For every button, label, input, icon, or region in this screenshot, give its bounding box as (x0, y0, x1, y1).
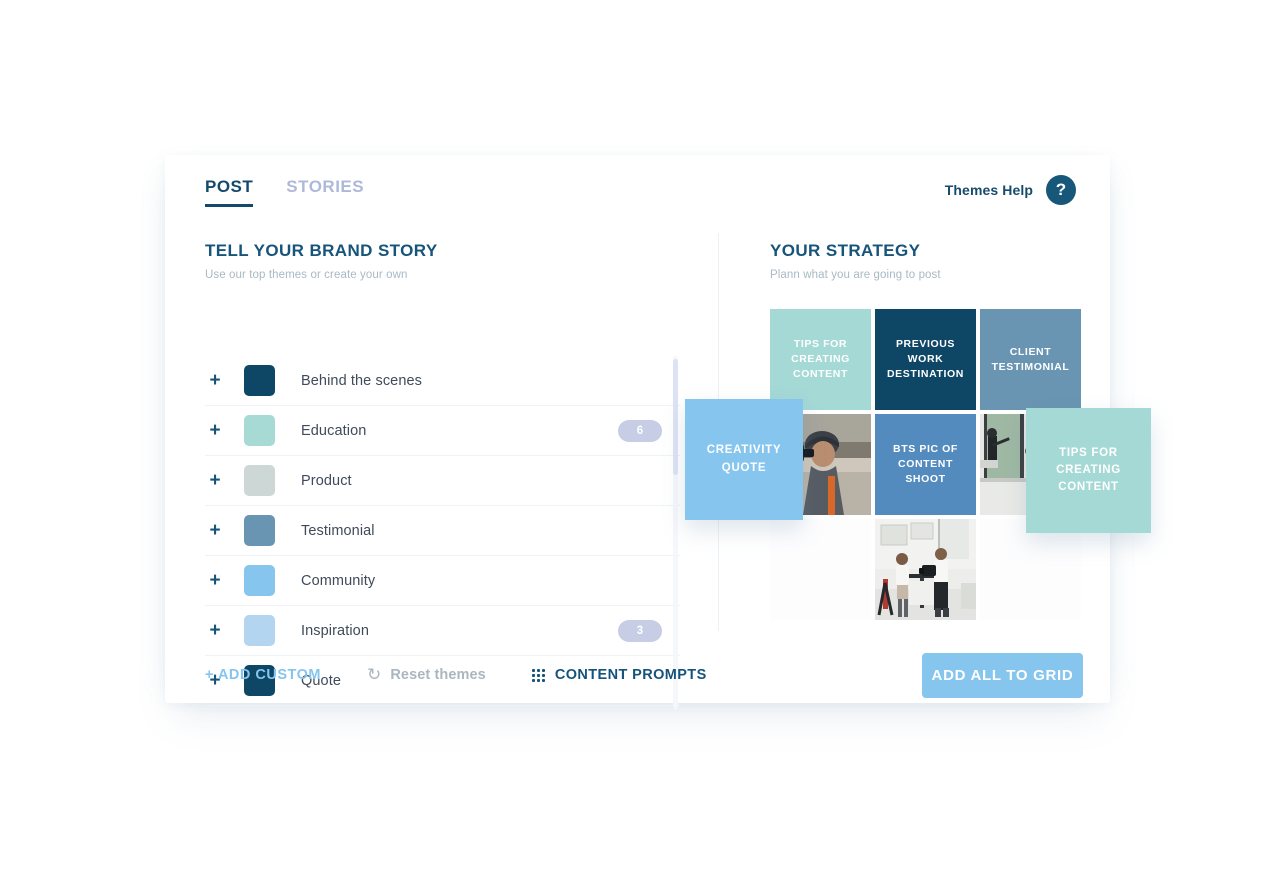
grid-cell-empty[interactable] (980, 519, 1081, 620)
theme-count-badge: 3 (618, 619, 662, 642)
strategy-grid-wrapper: TIPS FOR CREATING CONTENT PREVIOUS WORK D… (685, 309, 1151, 620)
grid-dots-icon (531, 668, 545, 682)
add-all-to-grid-button[interactable]: ADD ALL TO GRID (922, 653, 1083, 698)
theme-row[interactable]: + Education 6 (205, 406, 680, 456)
refresh-icon: ↻ (366, 665, 382, 684)
plus-icon[interactable]: + (205, 571, 225, 590)
brand-story-column: TELL YOUR BRAND STORY Use our top themes… (165, 223, 718, 709)
strategy-header: YOUR STRATEGY Plann what you are going t… (770, 241, 941, 281)
theme-row[interactable]: + Testimonial (205, 506, 680, 556)
theme-label: Testimonial (301, 522, 375, 539)
theme-label: Education (301, 422, 367, 439)
plus-icon[interactable]: + (205, 521, 225, 540)
themes-help[interactable]: Themes Help ? (945, 175, 1076, 205)
themes-panel-card: POST STORIES Themes Help ? TELL YOUR BRA… (165, 155, 1151, 709)
studio-shoot-two-people-photo (875, 519, 976, 620)
tab-post[interactable]: POST (205, 177, 254, 207)
grid-cell-label: PREVIOUS WORK DESTINATION (887, 338, 964, 380)
draggable-card-label: TIPS FOR CREATING CONTENT (1056, 446, 1121, 494)
plus-icon[interactable]: + (205, 471, 225, 490)
theme-row[interactable]: + Inspiration 3 (205, 606, 680, 656)
theme-color-swatch[interactable] (244, 565, 275, 596)
theme-label: Behind the scenes (301, 372, 423, 389)
theme-color-swatch[interactable] (244, 515, 275, 546)
panel-topbar: POST STORIES Themes Help ? (165, 155, 1110, 223)
brand-story-header: TELL YOUR BRAND STORY Use our top themes… (205, 241, 438, 281)
tab-stories[interactable]: STORIES (286, 177, 364, 207)
strategy-subtitle: Plann what you are going to post (770, 269, 941, 281)
page-title: TELL YOUR BRAND STORY (205, 241, 438, 260)
grid-cell-label: BTS PIC OF CONTENT SHOOT (893, 443, 958, 485)
strategy-title: YOUR STRATEGY (770, 241, 921, 260)
theme-label: Inspiration (301, 622, 369, 639)
content-prompts-button[interactable]: CONTENT PROMPTS (531, 667, 707, 683)
theme-actions: + ADD CUSTOM ↻ Reset themes CONTENT PROM… (205, 665, 707, 685)
draggable-card-label: CREATIVITY QUOTE (706, 444, 782, 474)
themes-help-label: Themes Help (944, 182, 1033, 198)
grid-cell-theme[interactable]: PREVIOUS WORK DESTINATION (875, 309, 976, 410)
plus-icon[interactable]: + (205, 421, 225, 440)
draggable-card-tips-for-creating-content[interactable]: TIPS FOR CREATING CONTENT (1026, 408, 1151, 533)
add-custom-button[interactable]: + ADD CUSTOM (205, 667, 321, 683)
grid-cell-photo[interactable] (875, 519, 976, 620)
plus-icon[interactable]: + (205, 371, 225, 390)
grid-cell-label: TIPS FOR CREATING CONTENT (791, 338, 850, 380)
reset-themes-label: Reset themes (390, 667, 486, 683)
grid-cell-theme[interactable]: BTS PIC OF CONTENT SHOOT (875, 414, 976, 515)
theme-row[interactable]: + Product (205, 456, 680, 506)
page-subtitle: Use our top themes or create your own (205, 269, 408, 281)
draggable-card-creativity-quote[interactable]: CREATIVITY QUOTE (685, 399, 803, 520)
grid-cell-label: CLIENT TESTIMONIAL (991, 345, 1070, 373)
theme-color-swatch[interactable] (244, 615, 275, 646)
theme-color-swatch[interactable] (244, 415, 275, 446)
grid-cell-theme[interactable]: CLIENT TESTIMONIAL (980, 309, 1081, 410)
theme-list[interactable]: + Behind the scenes + Education 6 + Product + Te… (205, 356, 680, 714)
grid-cell-theme[interactable]: TIPS FOR CREATING CONTENT (770, 309, 871, 410)
question-mark-icon[interactable]: ? (1046, 175, 1076, 205)
theme-row[interactable]: + Community (205, 556, 680, 606)
theme-color-swatch[interactable] (244, 365, 275, 396)
theme-color-swatch[interactable] (244, 465, 275, 496)
strategy-column: YOUR STRATEGY Plann what you are going t… (685, 223, 1151, 703)
theme-count-badge: 6 (618, 419, 662, 442)
theme-label: Product (301, 472, 352, 489)
tab-bar: POST STORIES (205, 177, 364, 207)
theme-list-scrollbar-thumb[interactable] (673, 359, 678, 475)
reset-themes-button[interactable]: ↻ Reset themes (367, 665, 486, 685)
theme-label: Community (301, 572, 376, 589)
theme-row[interactable]: + Behind the scenes (205, 356, 680, 406)
grid-cell-empty[interactable] (770, 519, 871, 620)
plus-icon[interactable]: + (205, 621, 225, 640)
content-prompts-label: CONTENT PROMPTS (554, 667, 707, 683)
